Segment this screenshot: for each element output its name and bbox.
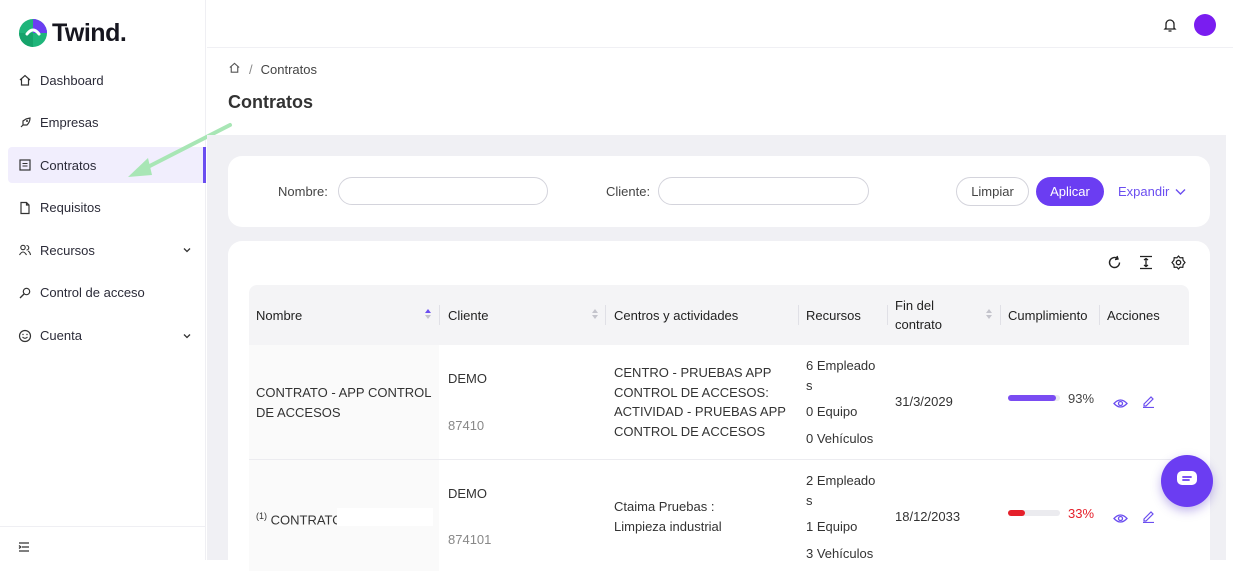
breadcrumb-current: Contratos [260, 61, 317, 77]
resources: 6 Empleado s 0 Equipo 0 Vehículos [806, 358, 876, 446]
expand-button[interactable]: Expandir [1118, 184, 1186, 199]
sidebar-item-requisitos[interactable]: Requisitos [8, 190, 206, 226]
end-date: 18/12/2033 [895, 509, 961, 524]
sidebar: Twind. Dashboard Empresas Contratos Requ… [0, 0, 206, 560]
table-row[interactable]: (1) CONTRATO DEMO 874101 Ctaima Pruebas … [249, 460, 1189, 571]
contract-icon [18, 158, 32, 172]
refresh-icon[interactable] [1107, 255, 1122, 275]
view-icon[interactable] [1113, 396, 1128, 414]
table-header: Nombre Cliente Centros y actividades Rec… [249, 285, 1189, 345]
sort-ascending-icon[interactable] [424, 307, 432, 326]
column-header-fin-contrato[interactable]: Fin del contrato [895, 285, 942, 345]
chevron-down-icon [1175, 184, 1186, 199]
users-icon [18, 243, 32, 257]
compliance-percent: 33% [1068, 506, 1095, 521]
file-icon [18, 201, 32, 215]
compliance-progress-fill [1008, 510, 1026, 516]
cliente-filter-label: Cliente: [606, 184, 651, 199]
apply-button[interactable]: Aplicar [1036, 177, 1104, 206]
sidebar-item-label: Recursos [40, 242, 95, 258]
client-id: 87410 [448, 418, 485, 433]
client-id: 874101 [448, 532, 492, 547]
contract-name[interactable]: CONTRATO - APP CONTROL DE ACCESOS [256, 383, 432, 422]
sort-icon[interactable] [591, 307, 599, 326]
sidebar-item-label: Empresas [40, 115, 99, 131]
expand-label: Expandir [1118, 184, 1170, 199]
client-name: DEMO [448, 371, 487, 386]
logo-text: Twind. [52, 18, 127, 47]
chevron-down-icon [182, 329, 192, 344]
column-height-icon[interactable] [1139, 255, 1153, 275]
collapse-menu-icon[interactable] [18, 539, 30, 557]
column-header-nombre[interactable]: Nombre [256, 285, 302, 345]
sidebar-nav: Dashboard Empresas Contratos Requisitos … [8, 62, 206, 360]
sidebar-item-cuenta[interactable]: Cuenta [8, 318, 206, 354]
centros-actividades: CENTRO - PRUEBAS APP CONTROL DE ACCESOS:… [614, 365, 786, 439]
table-row[interactable]: CONTRATO - APP CONTROL DE ACCESOS DEMO 8… [249, 345, 1189, 460]
logo[interactable]: Twind. [18, 18, 127, 48]
chat-icon [1176, 470, 1198, 493]
chat-button[interactable] [1161, 455, 1213, 507]
sidebar-item-recursos[interactable]: Recursos [8, 232, 206, 268]
chevron-down-icon [182, 243, 192, 258]
column-header-acciones: Acciones [1107, 307, 1160, 323]
sort-icon[interactable] [985, 307, 993, 326]
home-icon[interactable] [228, 61, 241, 77]
top-bar [207, 0, 1233, 48]
edit-icon[interactable] [1142, 394, 1155, 413]
home-icon [18, 73, 32, 87]
sidebar-item-label: Requisitos [40, 200, 101, 216]
cliente-filter-input[interactable] [658, 177, 869, 205]
key-icon [18, 286, 32, 300]
compliance-progress-bar [1008, 510, 1060, 516]
redacted-area [337, 508, 433, 526]
smile-icon [18, 329, 32, 343]
sidebar-item-dashboard[interactable]: Dashboard [8, 62, 206, 98]
column-header-cliente[interactable]: Cliente [448, 285, 488, 345]
compliance-progress-fill [1008, 395, 1057, 401]
nombre-filter-label: Nombre: [278, 184, 328, 199]
sidebar-item-label: Control de acceso [40, 285, 145, 301]
sidebar-item-control-de-acceso[interactable]: Control de acceso [8, 275, 206, 311]
client-name: DEMO [448, 486, 487, 501]
column-header-cumplimiento: Cumplimiento [1008, 307, 1088, 323]
edit-icon[interactable] [1142, 509, 1155, 528]
breadcrumb: / Contratos [228, 61, 317, 77]
compliance-percent: 93% [1068, 391, 1095, 406]
sidebar-footer [0, 526, 206, 560]
page-title: Contratos [228, 92, 313, 112]
centros-actividades: Ctaima Pruebas : Limpieza industrial [614, 499, 722, 534]
sidebar-item-label: Dashboard [40, 72, 104, 88]
twind-logo-icon [18, 18, 48, 48]
sidebar-item-label: Cuenta [40, 328, 82, 344]
view-icon[interactable] [1113, 511, 1128, 529]
column-header-recursos: Recursos [806, 307, 861, 323]
breadcrumb-separator: / [249, 61, 253, 77]
settings-icon[interactable] [1171, 255, 1186, 275]
contract-name[interactable]: (1) CONTRATO [256, 507, 342, 530]
sidebar-item-label: Contratos [40, 157, 97, 173]
clear-button[interactable]: Limpiar [956, 177, 1029, 206]
resources: 2 Empleado s 1 Equipo 3 Vehículos [806, 473, 876, 561]
column-header-centros: Centros y actividades [614, 307, 739, 323]
rocket-icon [18, 116, 32, 130]
avatar[interactable] [1194, 14, 1216, 36]
bell-icon[interactable] [1163, 17, 1177, 38]
nombre-filter-input[interactable] [338, 177, 548, 205]
compliance-progress-bar [1008, 395, 1060, 401]
end-date: 31/3/2029 [895, 394, 953, 409]
